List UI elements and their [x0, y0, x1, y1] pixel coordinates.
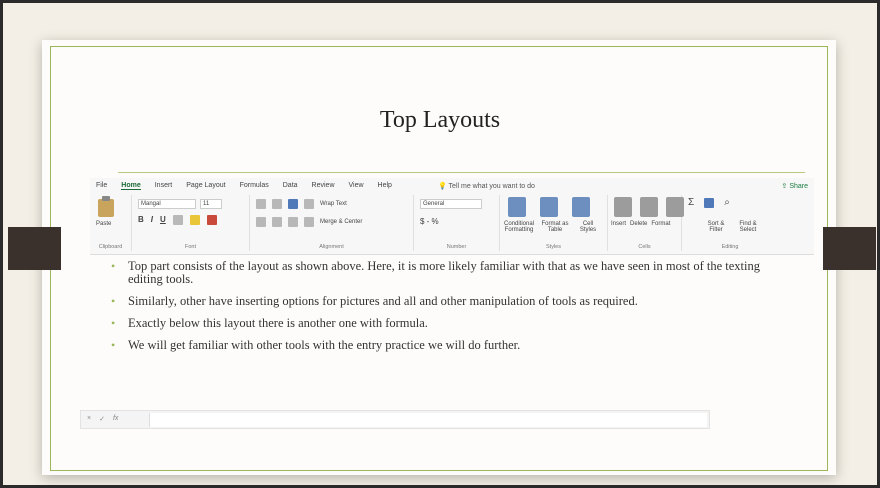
group-editing: Σ ⌕ Sort & Filter Find & Select Editing	[682, 195, 778, 251]
slide-title: Top Layouts	[379, 107, 501, 133]
editing-group-label: Editing	[721, 244, 739, 250]
format-as-table-label: Format as Table	[541, 221, 569, 233]
delete-cells-icon[interactable]	[640, 197, 658, 217]
group-clipboard: Paste Clipboard	[90, 195, 132, 251]
cells-group-label: Cells	[638, 244, 651, 250]
styles-icons	[508, 197, 590, 217]
font-name-select[interactable]: Mangal	[138, 199, 196, 209]
menu-data[interactable]: Data	[283, 182, 298, 190]
group-number: General $ - % Number	[414, 195, 500, 251]
sort-filter-label: Sort & Filter	[707, 221, 725, 233]
menu-file[interactable]: File	[96, 182, 107, 190]
bullet-item: We will get familiar with other tools wi…	[110, 339, 770, 353]
right-tab-decoration	[823, 227, 876, 270]
paste-label: Paste	[96, 221, 112, 227]
paste-icon[interactable]	[98, 196, 114, 217]
sort-filter-icon[interactable]	[704, 197, 715, 208]
enter-icon[interactable]: ✓	[99, 415, 105, 423]
group-alignment: Wrap Text Merge & Center Alignment	[250, 195, 414, 251]
formula-bar-screenshot: × ✓ fx	[80, 410, 710, 429]
insert-label: Insert	[611, 221, 627, 227]
orientation-icon[interactable]	[304, 199, 314, 209]
menu-review[interactable]: Review	[312, 182, 335, 190]
lightbulb-icon: 💡	[438, 183, 449, 190]
cell-styles-icon[interactable]	[572, 197, 590, 217]
editing-labels: Sort & Filter Find & Select	[702, 221, 762, 233]
align-top-icon[interactable]	[256, 199, 266, 209]
alignment-group-label: Alignment	[319, 244, 344, 250]
cells-labels: Insert Delete Format	[611, 221, 670, 227]
align-center-icon[interactable]	[272, 217, 282, 227]
italic-button[interactable]: I	[151, 215, 153, 225]
styles-group-label: Styles	[546, 244, 561, 250]
share-button[interactable]: ⇪ Share	[782, 182, 809, 190]
align-middle-icon[interactable]	[272, 199, 282, 209]
group-styles: Conditional Formatting Format as Table C…	[500, 195, 608, 251]
number-group-label: Number	[446, 244, 467, 250]
currency-percent-buttons[interactable]: $ - %	[420, 217, 439, 226]
fx-icon[interactable]: fx	[113, 415, 118, 423]
formula-buttons: × ✓ fx	[87, 415, 118, 423]
delete-label: Delete	[630, 221, 648, 227]
font-format-buttons: B I U	[138, 215, 217, 225]
fill-color-icon[interactable]	[189, 215, 200, 225]
clipboard-label: Clipboard	[98, 244, 123, 250]
number-format-select[interactable]: General	[420, 199, 482, 209]
menu-formulas[interactable]: Formulas	[240, 182, 269, 190]
wrap-text-button[interactable]: Wrap Text	[320, 201, 347, 207]
ribbon-menu: File Home Insert Page Layout Formulas Da…	[96, 182, 392, 190]
bullet-item: Exactly below this layout there is anoth…	[110, 317, 770, 331]
bullet-list: Top part consists of the layout as shown…	[110, 260, 770, 361]
cancel-icon[interactable]: ×	[87, 415, 91, 423]
alignment-row-2: Merge & Center	[256, 217, 362, 227]
tell-me-search[interactable]: 💡 Tell me what you want to do	[438, 182, 535, 190]
currency-row: $ - %	[420, 217, 439, 226]
formula-input[interactable]	[149, 413, 707, 427]
left-tab-decoration	[8, 227, 61, 270]
format-as-table-icon[interactable]	[540, 197, 558, 217]
group-font: Mangal 11 B I U Font	[132, 195, 250, 251]
align-bottom-icon[interactable]	[288, 199, 298, 209]
font-size-select[interactable]: 11	[200, 199, 222, 209]
align-left-icon[interactable]	[256, 217, 266, 227]
conditional-formatting-label: Conditional Formatting	[503, 221, 535, 233]
autosum-icon[interactable]: Σ	[688, 197, 694, 208]
font-color-icon[interactable]	[206, 215, 217, 225]
borders-icon[interactable]	[172, 215, 183, 225]
cells-icons	[614, 197, 684, 217]
format-label: Format	[651, 221, 671, 227]
menu-help[interactable]: Help	[378, 182, 392, 190]
ribbon-groups: Paste Clipboard Mangal 11 B I U Font Wra	[90, 195, 814, 251]
editing-icons: Σ ⌕	[688, 197, 730, 208]
bullet-item: Similarly, other have inserting options …	[110, 295, 770, 309]
title-divider	[118, 172, 805, 173]
underline-button[interactable]: U	[160, 215, 166, 225]
insert-cells-icon[interactable]	[614, 197, 632, 217]
cell-styles-label: Cell Styles	[579, 221, 597, 233]
font-group-label: Font	[184, 244, 196, 250]
alignment-row-1: Wrap Text	[256, 199, 347, 209]
bold-button[interactable]: B	[138, 215, 144, 225]
styles-labels: Conditional Formatting Format as Table C…	[502, 221, 606, 233]
find-select-label: Find & Select	[739, 221, 757, 233]
align-right-icon[interactable]	[288, 217, 298, 227]
excel-ribbon-screenshot: File Home Insert Page Layout Formulas Da…	[90, 178, 814, 255]
indent-icon[interactable]	[304, 217, 314, 227]
menu-page-layout[interactable]: Page Layout	[186, 182, 225, 190]
menu-insert[interactable]: Insert	[155, 182, 173, 190]
group-cells: Insert Delete Format Cells	[608, 195, 684, 251]
menu-home[interactable]: Home	[121, 182, 141, 190]
bullet-item: Top part consists of the layout as shown…	[110, 260, 770, 286]
conditional-formatting-icon[interactable]	[508, 197, 526, 217]
menu-view[interactable]: View	[349, 182, 364, 190]
merge-center-button[interactable]: Merge & Center	[320, 219, 362, 225]
find-icon[interactable]: ⌕	[724, 197, 730, 208]
